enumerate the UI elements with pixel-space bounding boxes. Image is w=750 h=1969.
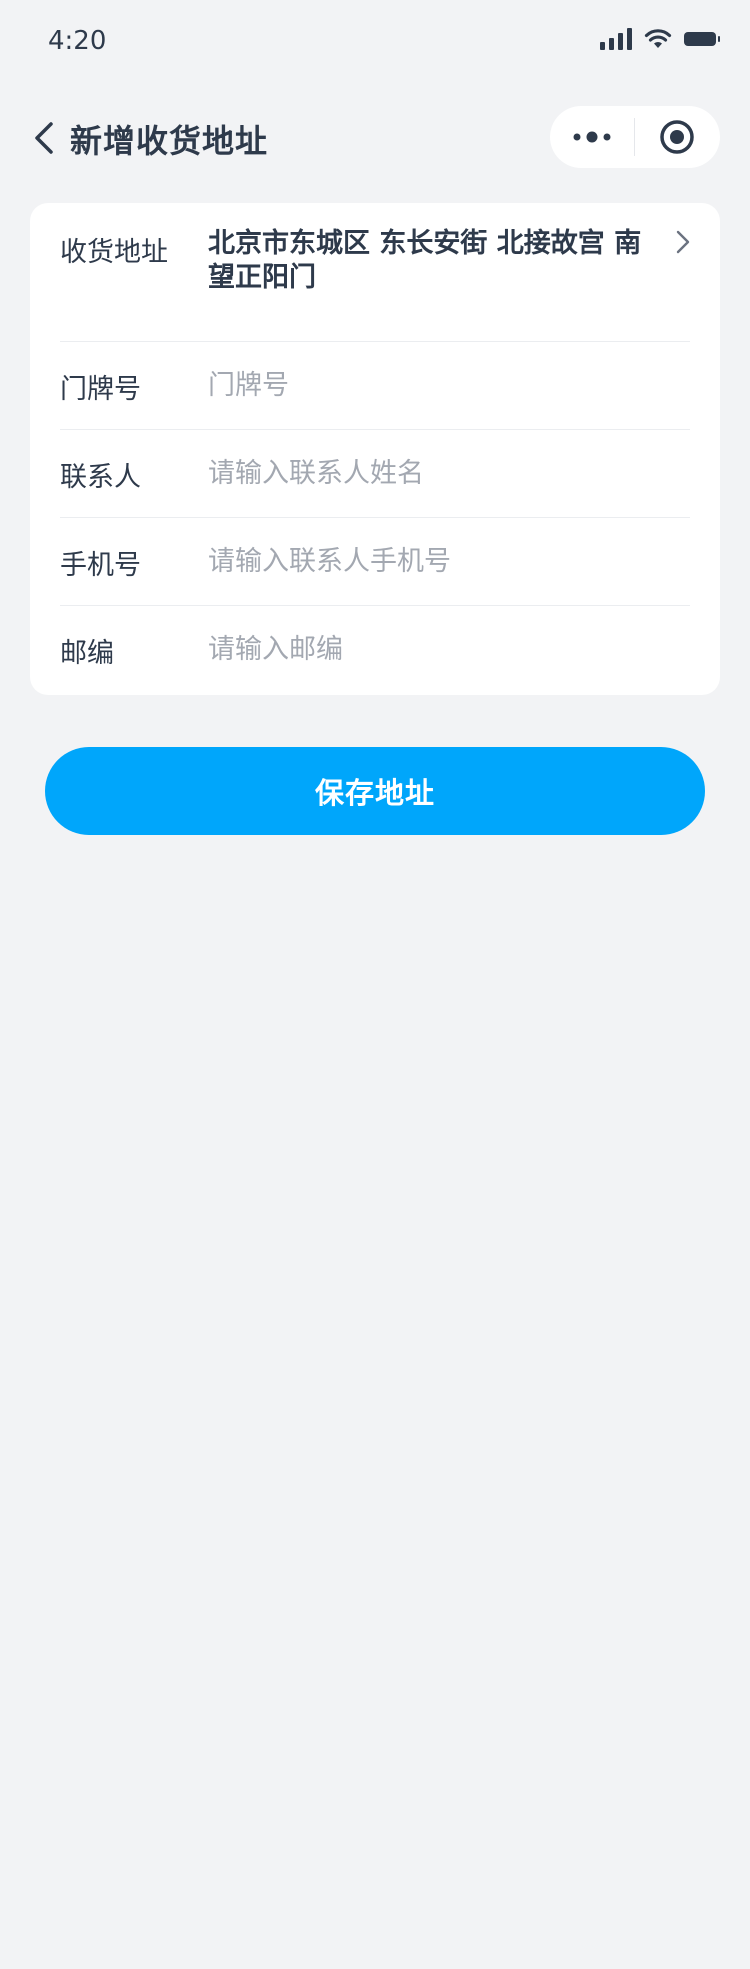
target-circle-icon: [660, 120, 694, 154]
signal-icon: [600, 28, 632, 50]
contact-label: 联系人: [60, 462, 141, 493]
wifi-icon: [644, 29, 672, 48]
phone-input[interactable]: [208, 541, 678, 581]
contact-row: 联系人: [60, 429, 690, 518]
door-number-row: 门牌号: [60, 341, 690, 430]
door-number-input[interactable]: [208, 365, 678, 405]
chevron-right-icon: [676, 230, 690, 254]
address-row[interactable]: 收货地址 北京市东城区 东长安街 北接故宫 南望正阳门: [60, 203, 690, 342]
status-bar: 4:20: [0, 0, 750, 88]
more-button[interactable]: [550, 106, 634, 168]
status-time: 4:20: [48, 26, 107, 56]
address-form-card: 收货地址 北京市东城区 东长安街 北接故宫 南望正阳门 门牌号 联系人 手机号 …: [30, 203, 720, 695]
more-dots-icon: [573, 131, 611, 143]
nav-bar: 新增收货地址: [0, 100, 750, 176]
phone-row: 手机号: [60, 517, 690, 606]
contact-name-input[interactable]: [208, 453, 678, 493]
postcode-label: 邮编: [60, 638, 114, 669]
address-chevron: [668, 227, 698, 257]
mini-program-capsule: [550, 106, 720, 168]
close-button[interactable]: [635, 106, 719, 168]
save-address-button[interactable]: 保存地址: [45, 747, 705, 835]
address-value: 北京市东城区 东长安街 北接故宫 南望正阳门: [208, 228, 642, 293]
address-label: 收货地址: [60, 237, 168, 268]
battery-icon: [684, 32, 720, 46]
back-button[interactable]: [20, 114, 68, 162]
phone-label: 手机号: [60, 550, 141, 581]
status-icons: [600, 28, 720, 50]
postcode-row: 邮编: [60, 605, 690, 695]
door-number-label: 门牌号: [60, 374, 141, 405]
chevron-left-icon: [35, 122, 53, 154]
page-title: 新增收货地址: [70, 122, 269, 160]
postcode-input[interactable]: [208, 629, 678, 669]
